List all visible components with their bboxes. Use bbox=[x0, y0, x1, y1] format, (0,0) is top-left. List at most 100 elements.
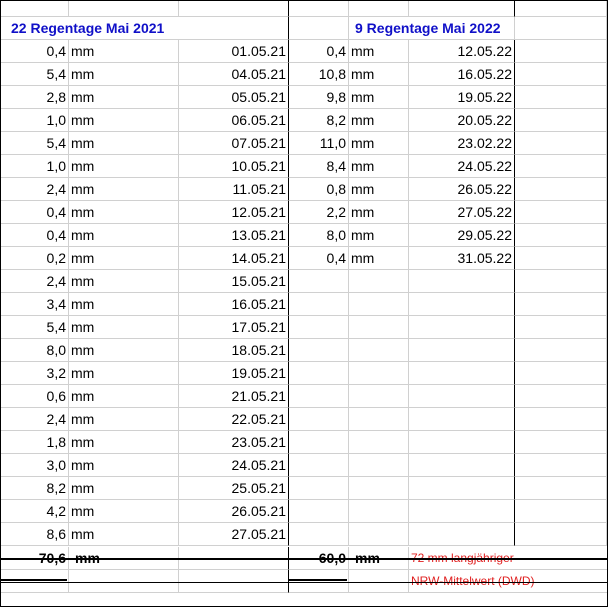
rain-2022-value[interactable]: 10,8 bbox=[289, 63, 349, 87]
rain-2021-date[interactable]: 15.05.21 bbox=[179, 270, 289, 294]
cell-col-5[interactable] bbox=[409, 385, 515, 409]
cell-col-6[interactable] bbox=[515, 86, 607, 110]
rain-2021-unit[interactable]: mm bbox=[69, 523, 179, 547]
rain-2022-value[interactable]: 0,8 bbox=[289, 178, 349, 202]
rain-2021-unit[interactable]: mm bbox=[69, 109, 179, 133]
cell-col-6[interactable] bbox=[515, 385, 607, 409]
rain-2021-value[interactable]: 8,6 bbox=[1, 523, 69, 547]
rain-2021-value[interactable]: 0,4 bbox=[1, 201, 69, 225]
rain-2021-unit[interactable]: mm bbox=[69, 132, 179, 156]
rain-2021-date[interactable]: 26.05.21 bbox=[179, 500, 289, 524]
rain-2022-date[interactable]: 26.05.22 bbox=[409, 178, 515, 202]
cell-col-5[interactable] bbox=[409, 1, 515, 18]
header-2021-title[interactable]: 22 Regentage Mai 2021 bbox=[1, 17, 179, 41]
cell-col-4[interactable] bbox=[349, 385, 409, 409]
rain-2021-value[interactable]: 5,4 bbox=[1, 316, 69, 340]
rain-2022-unit[interactable]: mm bbox=[349, 224, 409, 248]
rain-2021-date[interactable]: 17.05.21 bbox=[179, 316, 289, 340]
rain-2021-value[interactable]: 0,6 bbox=[1, 385, 69, 409]
cell-col-3[interactable] bbox=[289, 431, 349, 455]
rain-2022-unit[interactable]: mm bbox=[349, 63, 409, 87]
rain-2022-date[interactable]: 16.05.22 bbox=[409, 63, 515, 87]
cell-col-6[interactable] bbox=[515, 178, 607, 202]
cell-col-4[interactable] bbox=[349, 431, 409, 455]
rain-2021-value[interactable]: 0,4 bbox=[1, 40, 69, 64]
cell-col-4[interactable] bbox=[349, 477, 409, 501]
rain-2021-date[interactable]: 06.05.21 bbox=[179, 109, 289, 133]
rain-2022-unit[interactable]: mm bbox=[349, 247, 409, 271]
cell-col-6[interactable] bbox=[515, 500, 607, 524]
cell-col-6[interactable] bbox=[515, 201, 607, 225]
rain-2021-unit[interactable]: mm bbox=[69, 385, 179, 409]
cell-col-4[interactable] bbox=[349, 454, 409, 478]
rain-2022-date[interactable]: 20.05.22 bbox=[409, 109, 515, 133]
rain-2022-unit[interactable]: mm bbox=[349, 86, 409, 110]
rain-2021-date[interactable]: 24.05.21 bbox=[179, 454, 289, 478]
rain-2021-date[interactable]: 10.05.21 bbox=[179, 155, 289, 179]
cell-col-6[interactable] bbox=[515, 1, 607, 18]
rain-2022-unit[interactable]: mm bbox=[349, 40, 409, 64]
cell-col-6[interactable] bbox=[515, 270, 607, 294]
cell-col-6[interactable] bbox=[515, 247, 607, 271]
rain-2021-unit[interactable]: mm bbox=[69, 339, 179, 363]
rain-2022-date[interactable]: 29.05.22 bbox=[409, 224, 515, 248]
rain-2021-date[interactable]: 22.05.21 bbox=[179, 408, 289, 432]
rain-2021-value[interactable]: 8,2 bbox=[1, 477, 69, 501]
rain-2021-value[interactable]: 0,2 bbox=[1, 247, 69, 271]
rain-2021-date[interactable]: 07.05.21 bbox=[179, 132, 289, 156]
cell-col-4[interactable] bbox=[349, 523, 409, 547]
rain-2021-value[interactable]: 3,2 bbox=[1, 362, 69, 386]
rain-2021-value[interactable]: 5,4 bbox=[1, 63, 69, 87]
rain-2021-date[interactable]: 11.05.21 bbox=[179, 178, 289, 202]
rain-2021-unit[interactable]: mm bbox=[69, 362, 179, 386]
rain-2021-date[interactable]: 19.05.21 bbox=[179, 362, 289, 386]
rain-2022-value[interactable]: 8,2 bbox=[289, 109, 349, 133]
rain-2021-date[interactable]: 13.05.21 bbox=[179, 224, 289, 248]
rain-2021-unit[interactable]: mm bbox=[69, 178, 179, 202]
cell-col-1[interactable] bbox=[69, 1, 179, 18]
cell-col-6[interactable] bbox=[515, 339, 607, 363]
cell-col-4[interactable] bbox=[349, 408, 409, 432]
cell-col-4[interactable] bbox=[349, 1, 409, 18]
cell-col-3[interactable] bbox=[289, 408, 349, 432]
cell-col-5[interactable] bbox=[409, 477, 515, 501]
cell-col-3[interactable] bbox=[289, 17, 349, 41]
cell-col-6[interactable] bbox=[515, 109, 607, 133]
rain-2021-value[interactable]: 1,0 bbox=[1, 155, 69, 179]
rain-2021-value[interactable]: 3,4 bbox=[1, 293, 69, 317]
rain-2021-value[interactable]: 2,4 bbox=[1, 178, 69, 202]
cell-col-5[interactable] bbox=[409, 523, 515, 547]
rain-2021-date[interactable]: 12.05.21 bbox=[179, 201, 289, 225]
rain-2021-date[interactable]: 05.05.21 bbox=[179, 86, 289, 110]
rain-2022-value[interactable]: 0,4 bbox=[289, 247, 349, 271]
rain-2021-value[interactable]: 1,0 bbox=[1, 109, 69, 133]
rain-2022-value[interactable]: 8,4 bbox=[289, 155, 349, 179]
rain-2021-unit[interactable]: mm bbox=[69, 431, 179, 455]
cell-col-6[interactable] bbox=[515, 155, 607, 179]
rain-2022-value[interactable]: 2,2 bbox=[289, 201, 349, 225]
rain-2021-unit[interactable]: mm bbox=[69, 316, 179, 340]
cell-col-5[interactable] bbox=[409, 339, 515, 363]
rain-2021-unit[interactable]: mm bbox=[69, 155, 179, 179]
rain-2021-date[interactable]: 18.05.21 bbox=[179, 339, 289, 363]
rain-2022-unit[interactable]: mm bbox=[349, 132, 409, 156]
rain-2021-value[interactable]: 3,0 bbox=[1, 454, 69, 478]
rain-2021-value[interactable]: 1,8 bbox=[1, 431, 69, 455]
cell-col-5[interactable] bbox=[409, 270, 515, 294]
cell-col-6[interactable] bbox=[515, 454, 607, 478]
cell-col-4[interactable] bbox=[349, 270, 409, 294]
rain-2021-value[interactable]: 2,4 bbox=[1, 270, 69, 294]
cell-col-3[interactable] bbox=[289, 454, 349, 478]
rain-2022-value[interactable]: 8,0 bbox=[289, 224, 349, 248]
cell-col-3[interactable] bbox=[289, 385, 349, 409]
header-2022-title[interactable]: 9 Regentage Mai 2022 bbox=[349, 17, 515, 41]
cell-col-6[interactable] bbox=[515, 316, 607, 340]
rain-2022-unit[interactable]: mm bbox=[349, 109, 409, 133]
cell-col-0[interactable] bbox=[1, 1, 69, 18]
rain-2021-value[interactable]: 8,0 bbox=[1, 339, 69, 363]
cell-col-4[interactable] bbox=[349, 293, 409, 317]
rain-2021-date[interactable]: 14.05.21 bbox=[179, 247, 289, 271]
cell-col-3[interactable] bbox=[289, 500, 349, 524]
cell-col-3[interactable] bbox=[289, 477, 349, 501]
rain-2022-unit[interactable]: mm bbox=[349, 201, 409, 225]
